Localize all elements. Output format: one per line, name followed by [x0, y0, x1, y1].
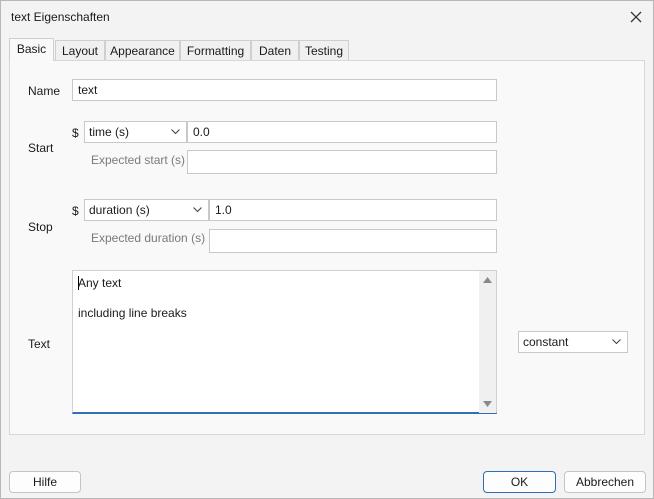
stop-type-value: duration (s) — [89, 203, 150, 217]
scroll-up-arrow-icon[interactable] — [483, 277, 492, 283]
expected-start-label: Expected start (s) — [91, 153, 186, 167]
text-line: including line breaks — [78, 306, 187, 320]
tab-testing[interactable]: Testing — [299, 40, 349, 60]
name-label: Name — [28, 84, 61, 98]
stop-label: Stop — [28, 220, 53, 234]
stop-value-field[interactable]: 1.0 — [209, 199, 497, 221]
start-label: Start — [28, 141, 54, 155]
start-value-field[interactable]: 0.0 — [187, 121, 497, 143]
text-scrollbar[interactable] — [479, 271, 496, 413]
close-button[interactable] — [619, 1, 653, 33]
ok-button[interactable]: OK — [483, 471, 556, 493]
tab-basic[interactable]: Basic — [9, 38, 54, 61]
properties-dialog: text Eigenschaften Basic Layout Appearan… — [0, 0, 654, 499]
expected-duration-label: Expected duration (s) — [91, 231, 206, 245]
chevron-down-icon — [193, 207, 202, 213]
chevron-down-icon — [612, 339, 621, 345]
tab-formatting[interactable]: Formatting — [180, 40, 251, 60]
chevron-down-icon — [171, 129, 180, 135]
start-type-value: time (s) — [89, 125, 129, 139]
cancel-button[interactable]: Abbrechen — [564, 471, 646, 493]
expected-start-field[interactable] — [187, 150, 497, 174]
stop-code-toggle[interactable]: $ — [72, 204, 79, 218]
start-code-toggle[interactable]: $ — [72, 126, 79, 140]
text-content-field[interactable]: Any text including line breaks — [72, 270, 497, 414]
name-field[interactable]: text — [72, 79, 497, 101]
tab-appearance[interactable]: Appearance — [105, 40, 180, 60]
tab-daten[interactable]: Daten — [251, 40, 299, 60]
expected-duration-field[interactable] — [209, 229, 497, 253]
help-button[interactable]: Hilfe — [9, 471, 81, 493]
title-bar: text Eigenschaften — [1, 1, 653, 33]
window-title: text Eigenschaften — [11, 10, 110, 24]
text-line: Any text — [78, 276, 122, 290]
text-label: Text — [28, 337, 51, 351]
start-type-select[interactable]: time (s) — [84, 121, 187, 143]
tab-layout[interactable]: Layout — [55, 40, 105, 60]
scroll-down-arrow-icon[interactable] — [483, 401, 492, 407]
stop-type-select[interactable]: duration (s) — [84, 199, 209, 221]
text-update-select[interactable]: constant — [518, 331, 628, 353]
close-icon — [630, 11, 642, 23]
text-update-value: constant — [523, 335, 569, 349]
